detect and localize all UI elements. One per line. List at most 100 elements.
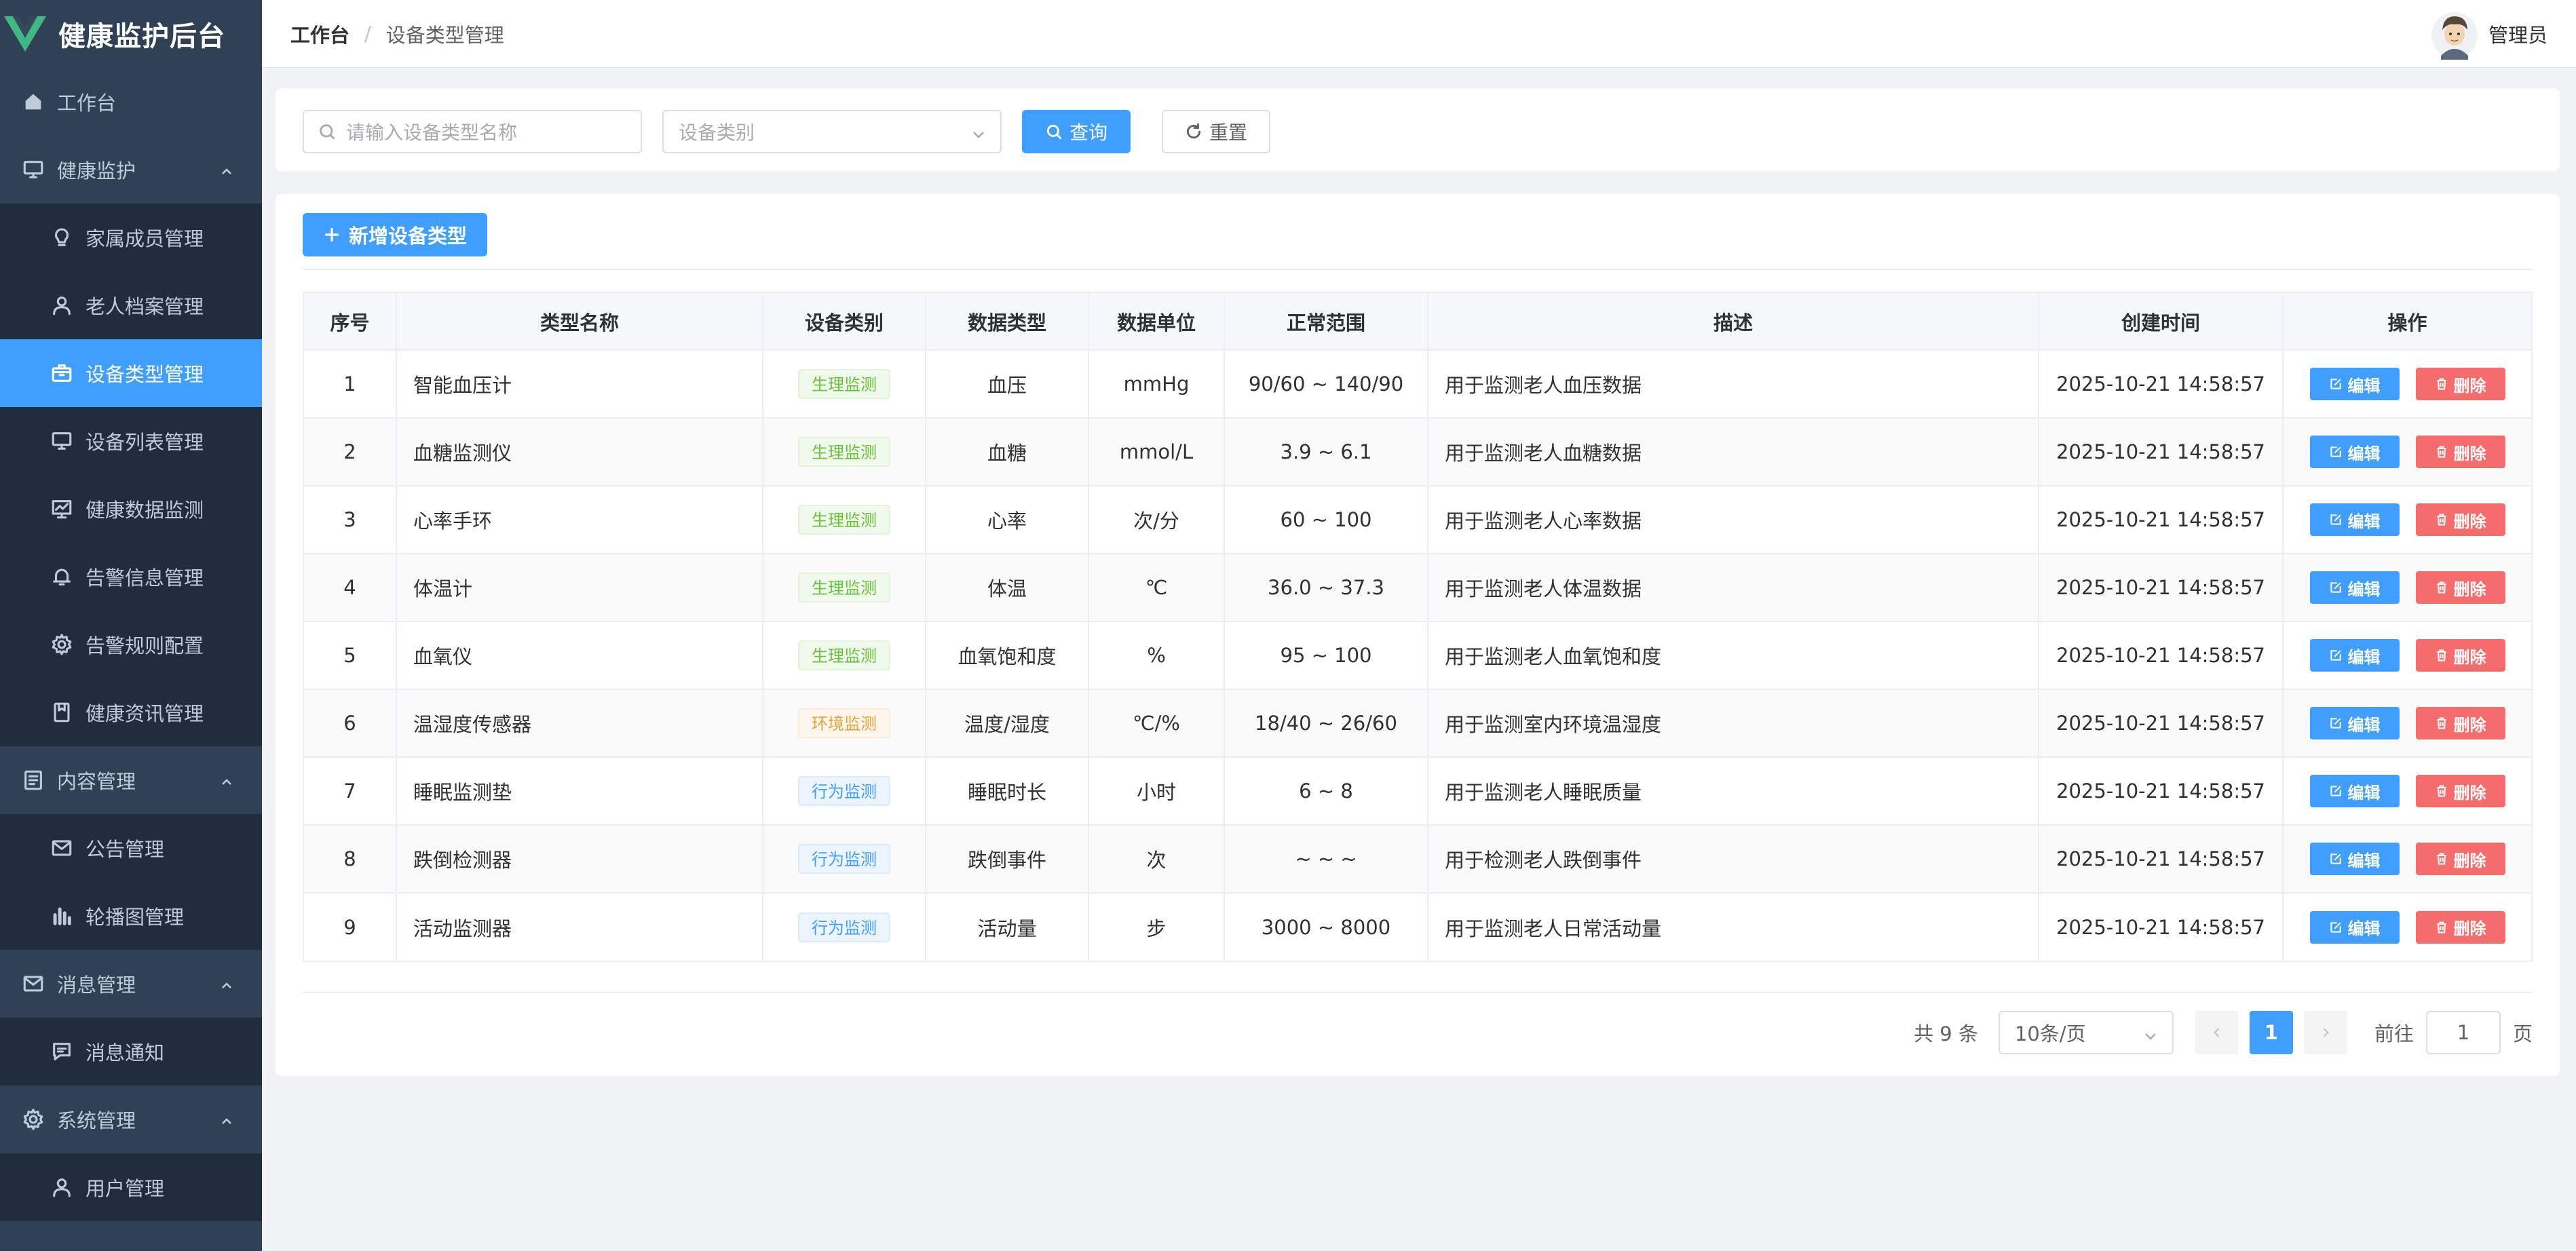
delete-button-label: 删除 [2453,919,2486,938]
sidebar-item-label: 健康监护 [57,159,136,182]
sidebar-item-label: 工作台 [57,92,117,115]
sidebar-item-7[interactable]: 告警信息管理 [0,543,262,611]
edit-button[interactable]: 编辑 [2309,571,2400,604]
breadcrumb-home[interactable]: 工作台 [290,20,349,48]
sidebar-item-16[interactable]: 用户管理 [0,1153,262,1221]
sidebar: 健康监护后台 工作台 健康监护 家属成员管理 老人档案管理 设备类型管理 设备列表管理 健康… [0,0,262,1251]
bell-icon [50,565,73,588]
sidebar-item-15[interactable]: 系统管理 [0,1085,262,1153]
sidebar-item-8[interactable]: 告警规则配置 [0,611,262,678]
delete-button[interactable]: 删除 [2415,436,2505,468]
edit-icon [2330,379,2341,389]
edit-button[interactable]: 编辑 [2309,910,2400,944]
cell-created: 2025-10-21 14:58:57 [2039,350,2284,419]
goto-page-input[interactable]: 1 [2425,1011,2501,1054]
edit-button[interactable]: 编辑 [2309,639,2400,672]
delete-button[interactable]: 删除 [2415,707,2505,739]
page-number-current[interactable]: 1 [2249,1011,2293,1054]
avatar[interactable] [2430,8,2479,60]
document-icon [50,701,73,724]
vue-logo-icon [4,16,46,52]
query-button[interactable]: 查询 [1022,110,1131,153]
sidebar-item-4[interactable]: 设备类型管理 [0,339,262,407]
sidebar-item-14[interactable]: 消息通知 [0,1018,262,1085]
page-size-select[interactable]: 10条/页 [1998,1011,2174,1054]
edit-button[interactable]: 编辑 [2309,368,2400,400]
device-category-select[interactable]: 设备类别 [662,110,1002,153]
sidebar-item-label: 设备列表管理 [86,431,204,454]
sidebar-item-5[interactable]: 设备列表管理 [0,407,262,475]
sidebar-item-12[interactable]: 轮播图管理 [0,882,262,950]
cell-category: 行为监测 [763,893,926,961]
sidebar-item-label: 消息管理 [57,974,136,997]
cell-no: 4 [304,554,397,622]
sidebar-item-11[interactable]: 公告管理 [0,814,262,882]
cell-category: 生理监测 [763,486,926,554]
chat-icon [50,1040,73,1063]
sidebar-item-label: 告警规则配置 [86,634,204,657]
edit-button-label: 编辑 [2347,579,2381,599]
edit-button-label: 编辑 [2347,715,2381,735]
sidebar-item-3[interactable]: 老人档案管理 [0,271,262,339]
edit-button[interactable]: 编辑 [2309,843,2400,875]
sidebar-item-label: 健康数据监测 [86,499,204,522]
search-icon [320,124,335,140]
delete-button-label: 删除 [2453,647,2486,667]
delete-button[interactable]: 删除 [2415,503,2505,536]
top-header: 工作台 / 设备类型管理 管理员 [262,0,2576,68]
table-row: 8 跌倒检测器 行为监测 跌倒事件次 ~ ~ ~ 用于检测老人跌倒事件 2025-10-21… [304,825,2531,893]
edit-icon [2330,718,2341,729]
edit-button[interactable]: 编辑 [2309,775,2400,807]
delete-button[interactable]: 删除 [2415,910,2505,944]
reset-button[interactable]: 重置 [1162,110,1270,153]
cell-name: 血氧仪 [396,621,763,690]
column-header: 设备类别 [763,293,926,351]
edit-button-label: 编辑 [2347,919,2381,938]
column-header: 数据类型 [926,293,1089,351]
sidebar-item-label: 系统管理 [57,1109,136,1132]
sidebar-item-label: 老人档案管理 [86,295,204,318]
edit-button[interactable]: 编辑 [2309,503,2400,536]
edit-button-label: 编辑 [2347,376,2381,396]
sidebar-item-10[interactable]: 内容管理 [0,746,262,814]
cell-created: 2025-10-21 14:58:57 [2039,689,2284,758]
edit-button-label: 编辑 [2347,851,2381,870]
sidebar-item-13[interactable]: 消息管理 [0,950,262,1018]
category-tag: 行为监测 [798,844,890,874]
box-icon [50,362,73,385]
trash-icon [2436,921,2446,933]
cell-name: 体温计 [396,554,763,622]
sidebar-item-1[interactable]: 健康监护 [0,136,262,204]
edit-button-label: 编辑 [2347,783,2381,803]
cell-desc: 用于检测老人跌倒事件 [1428,825,2039,893]
sidebar-item-0[interactable]: 工作台 [0,68,262,136]
cell-created: 2025-10-21 14:58:57 [2039,486,2284,554]
delete-button[interactable]: 删除 [2415,571,2505,604]
cell-category: 生理监测 [763,418,926,486]
data-board-icon [50,497,73,520]
prev-page-button[interactable] [2195,1011,2239,1054]
column-header: 类型名称 [396,293,763,351]
device-type-name-input[interactable]: 请输入设备类型名称 [303,110,642,153]
edit-button[interactable]: 编辑 [2309,707,2400,739]
message-icon [22,972,45,995]
cell-category: 行为监测 [763,757,926,826]
delete-button[interactable]: 删除 [2415,639,2505,672]
delete-button[interactable]: 删除 [2415,775,2505,807]
edit-button[interactable]: 编辑 [2309,436,2400,468]
sidebar-item-2[interactable]: 家属成员管理 [0,204,262,271]
column-header: 操作 [2283,293,2531,351]
breadcrumb-current: 设备类型管理 [385,23,504,47]
delete-button[interactable]: 删除 [2415,368,2505,400]
monitor-icon [50,429,73,453]
chevron-right-icon [2323,1028,2329,1037]
next-page-button[interactable] [2303,1011,2347,1054]
trash-icon [2436,717,2446,729]
category-tag: 行为监测 [798,912,890,942]
user-menu[interactable]: 管理员 [2430,8,2547,60]
sidebar-item-6[interactable]: 健康数据监测 [0,475,262,543]
sidebar-item-9[interactable]: 健康资讯管理 [0,678,262,746]
add-device-type-button[interactable]: 新增设备类型 [303,213,487,256]
cell-data-type: 睡眠时长 [926,757,1089,826]
delete-button[interactable]: 删除 [2415,843,2505,875]
